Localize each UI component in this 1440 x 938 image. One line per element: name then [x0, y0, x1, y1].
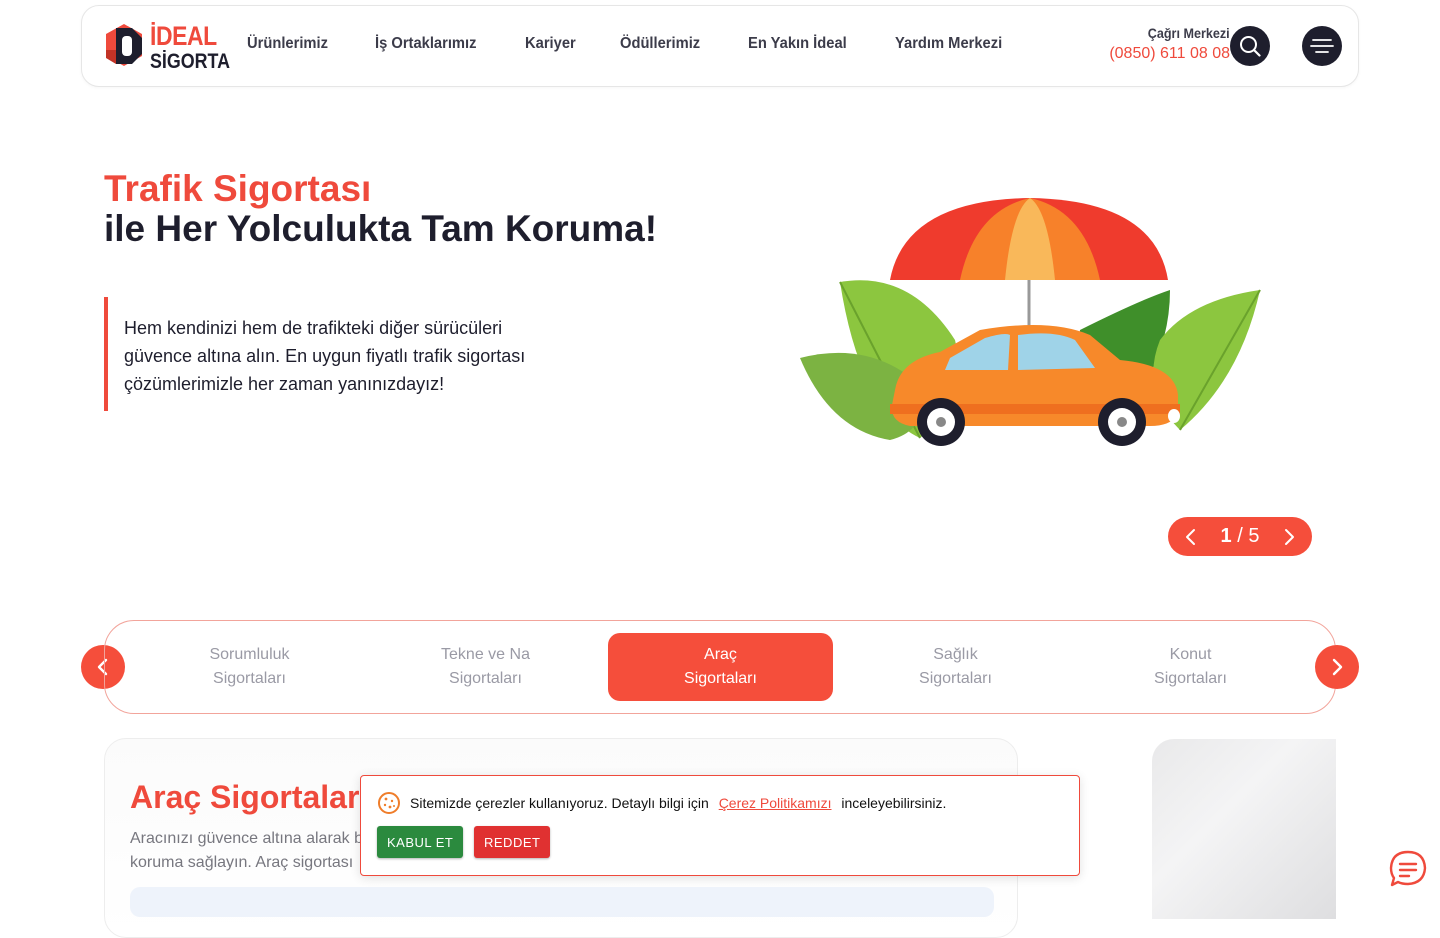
chevron-left-icon[interactable]	[1182, 528, 1200, 546]
hero-title-highlight: Trafik Sigortası	[104, 168, 372, 209]
logo-text-ideal: İDEAL	[150, 21, 217, 51]
tab-label: Konut	[1169, 646, 1212, 663]
chat-icon[interactable]	[1388, 849, 1428, 889]
call-center-number[interactable]: (0850) 611 08 08	[1109, 45, 1230, 63]
cookie-banner: Sitemizde çerezler kullanıyoruz. Detaylı…	[360, 775, 1080, 876]
slider-current: 1	[1220, 525, 1232, 547]
nav-yardim-merkezi[interactable]: Yardım Merkezi	[895, 35, 1002, 53]
tab-saglik[interactable]: Sağlık Sigortaları	[843, 633, 1068, 701]
cookie-text: inceleyebilirsiniz.	[841, 795, 947, 811]
tab-label: Sigortaları	[1154, 670, 1227, 687]
slider-total: 5	[1248, 525, 1260, 547]
nav-kariyer[interactable]: Kariyer	[525, 35, 576, 53]
nav-odullerimiz[interactable]: Ödüllerimiz	[620, 35, 700, 53]
chevron-right-icon	[1332, 658, 1343, 676]
tab-arac[interactable]: Araç Sigortaları	[608, 633, 833, 701]
nav-urunlerimiz[interactable]: Ürünlerimiz	[247, 35, 328, 53]
card-product-strip	[130, 887, 994, 917]
hero-description: Hem kendinizi hem de trafikteki diğer sü…	[104, 297, 574, 411]
search-icon	[1240, 36, 1261, 57]
search-button[interactable]	[1230, 26, 1270, 66]
slider-separator: /	[1237, 525, 1243, 547]
cookie-accept-button[interactable]: KABUL ET	[377, 826, 464, 858]
category-tabs: Sorumluluk Sigortaları Tekne ve Na Sigorta…	[104, 620, 1336, 714]
tab-sorumluluk[interactable]: Sorumluluk Sigortaları	[137, 633, 362, 701]
hero-slider-pager: 1 / 5	[1168, 517, 1312, 556]
cookie-policy-link[interactable]: Çerez Politikamızı	[719, 795, 832, 811]
tabs-next-button[interactable]	[1315, 645, 1359, 689]
tab-label: Sağlık	[933, 646, 978, 663]
tab-label: Tekne ve Na	[441, 646, 530, 663]
nav-is-ortaklarimiz[interactable]: İş Ortaklarımız	[375, 35, 476, 53]
cookie-icon	[378, 792, 400, 814]
slider-counter: 1 / 5	[1221, 525, 1260, 548]
tab-label: Sigortaları	[919, 670, 992, 687]
tab-label: Sigortaları	[684, 670, 757, 687]
cookie-text: Sitemizde çerezler kullanıyoruz. Detaylı…	[410, 795, 709, 811]
logo[interactable]: İDEAL SİGORTA	[102, 20, 230, 74]
nav-en-yakin-ideal[interactable]: En Yakın İdeal	[748, 35, 847, 53]
hamburger-menu-icon	[1310, 39, 1334, 53]
cookie-reject-button[interactable]: REDDET	[474, 826, 551, 858]
main-nav: Ürünlerimiz İş Ortaklarımız Kariyer Ödül…	[247, 35, 1051, 53]
tab-label: Araç	[704, 646, 737, 663]
tab-tekne[interactable]: Tekne ve Na Sigortaları	[373, 633, 598, 701]
call-center[interactable]: Çağrı Merkezi (0850) 611 08 08	[1109, 25, 1230, 63]
hero-title: ile Her Yolculukta Tam Koruma!	[104, 208, 658, 249]
card-text-line: Aracınızı güvence altına alarak b	[130, 830, 364, 847]
card-text-line: koruma sağlayın. Araç sigortası	[130, 854, 354, 871]
chevron-right-icon[interactable]	[1280, 528, 1298, 546]
menu-button[interactable]	[1302, 26, 1342, 66]
site-header: İDEAL SİGORTA Ürünlerimiz İş Ortaklarımı…	[81, 5, 1359, 87]
tab-label: Sigortaları	[213, 670, 286, 687]
tab-label: Sigortaları	[449, 670, 522, 687]
car-umbrella-illustration	[800, 198, 1261, 446]
tab-label: Sorumluluk	[209, 646, 290, 663]
cookie-message: Sitemizde çerezler kullanıyoruz. Detaylı…	[410, 795, 946, 811]
call-center-label: Çağrı Merkezi	[1148, 25, 1230, 41]
card-title: Araç Sigortaları	[130, 779, 369, 815]
logo-text-sigorta: SİGORTA	[150, 50, 231, 73]
logo-mark-icon	[106, 24, 142, 66]
side-image	[1152, 739, 1336, 919]
tab-konut[interactable]: Konut Sigortaları	[1078, 633, 1303, 701]
